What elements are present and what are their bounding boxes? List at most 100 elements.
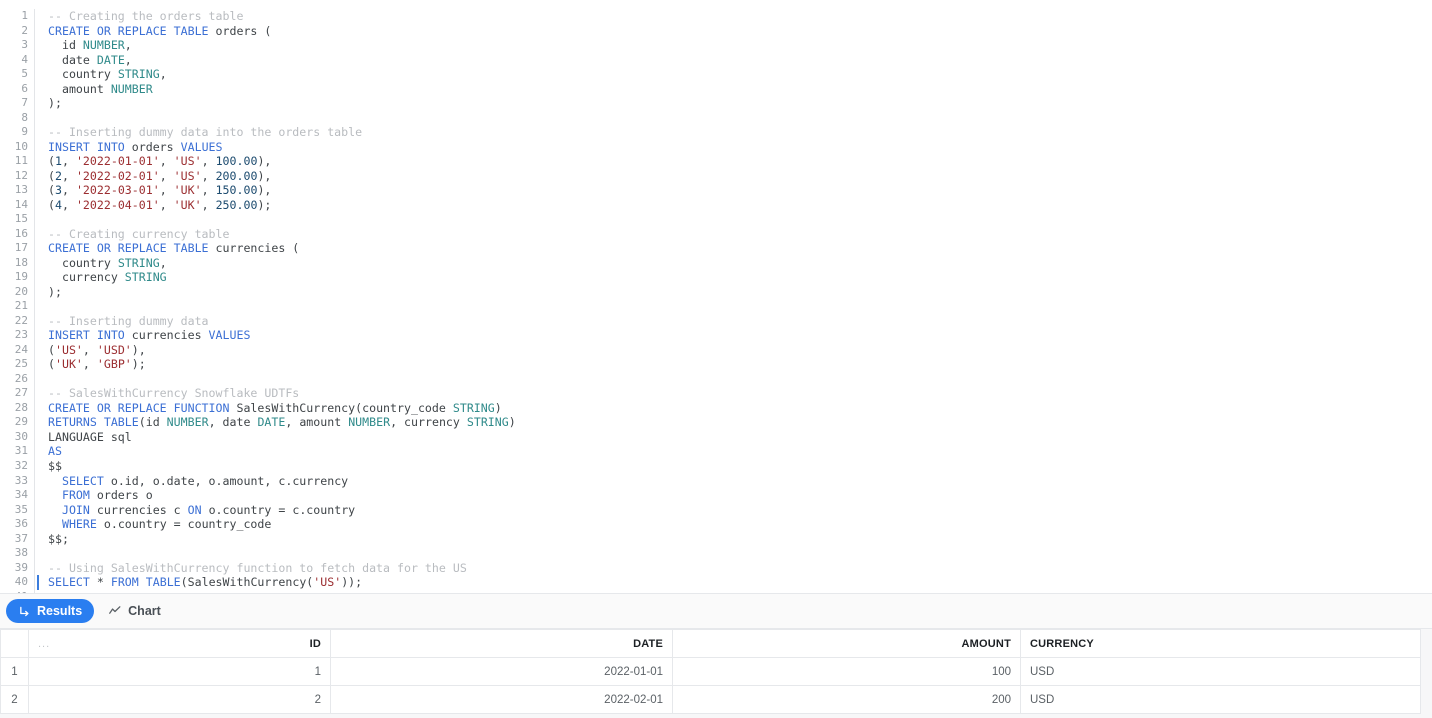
- code-line[interactable]: 2CREATE OR REPLACE TABLE orders (: [0, 24, 1432, 39]
- token-typ: STRING: [118, 67, 160, 81]
- results-grid[interactable]: ...ID DATE AMOUNT CURRENCY 112022-01-011…: [0, 629, 1421, 714]
- code-line[interactable]: 38: [0, 546, 1432, 561]
- code-line[interactable]: 15: [0, 212, 1432, 227]
- code-line[interactable]: 11(1, '2022-01-01', 'US', 100.00),: [0, 154, 1432, 169]
- line-number: 35: [0, 503, 34, 518]
- cell-currency[interactable]: USD: [1021, 686, 1421, 714]
- code-line[interactable]: 27-- SalesWithCurrency Snowflake UDTFs: [0, 386, 1432, 401]
- code-line-text: (1, '2022-01-01', 'US', 100.00),: [48, 154, 1432, 169]
- code-line-text: RETURNS TABLE(id NUMBER, date DATE, amou…: [48, 415, 1432, 430]
- code-line[interactable]: 34 FROM orders o: [0, 488, 1432, 503]
- line-number: 17: [0, 241, 34, 256]
- code-line[interactable]: 13(3, '2022-03-01', 'UK', 150.00),: [0, 183, 1432, 198]
- cell-currency[interactable]: USD: [1021, 658, 1421, 686]
- code-line[interactable]: 30LANGUAGE sql: [0, 430, 1432, 445]
- gutter-separator: [34, 198, 48, 213]
- line-number: 2: [0, 24, 34, 39]
- cell-date[interactable]: 2022-01-01: [331, 658, 673, 686]
- token-pl: );: [132, 357, 146, 371]
- code-line[interactable]: 32$$: [0, 459, 1432, 474]
- code-line-text: -- Inserting dummy data: [48, 314, 1432, 329]
- column-header-currency[interactable]: CURRENCY: [1021, 630, 1421, 658]
- gutter-separator: [34, 357, 48, 372]
- line-number: 13: [0, 183, 34, 198]
- code-line[interactable]: 1-- Creating the orders table: [0, 9, 1432, 24]
- tab-chart[interactable]: Chart: [100, 599, 169, 623]
- line-number: 36: [0, 517, 34, 532]
- token-pl: currency: [48, 270, 125, 284]
- code-line[interactable]: 17CREATE OR REPLACE TABLE currencies (: [0, 241, 1432, 256]
- code-line[interactable]: 5 country STRING,: [0, 67, 1432, 82]
- token-pl: ,: [160, 154, 174, 168]
- token-pl: ,: [62, 154, 76, 168]
- code-line[interactable]: 18 country STRING,: [0, 256, 1432, 271]
- code-line[interactable]: 10INSERT INTO orders VALUES: [0, 140, 1432, 155]
- code-line[interactable]: 40SELECT * FROM TABLE(SalesWithCurrency(…: [0, 575, 1432, 590]
- token-str: 'US': [55, 343, 83, 357]
- gutter-separator: [34, 154, 48, 169]
- code-line[interactable]: 19 currency STRING: [0, 270, 1432, 285]
- cursor-caret: [37, 575, 39, 590]
- gutter-separator: [34, 532, 48, 547]
- cell-id[interactable]: 1: [29, 658, 331, 686]
- cell-amount[interactable]: 100: [673, 658, 1021, 686]
- cell-id[interactable]: 2: [29, 686, 331, 714]
- code-line[interactable]: 20);: [0, 285, 1432, 300]
- token-pl: $$;: [48, 532, 69, 546]
- code-line[interactable]: 39-- Using SalesWithCurrency function to…: [0, 561, 1432, 576]
- cell-amount[interactable]: 200: [673, 686, 1021, 714]
- gutter-separator: [34, 24, 48, 39]
- token-pl: ,: [125, 53, 132, 67]
- code-line[interactable]: 14(4, '2022-04-01', 'UK', 250.00);: [0, 198, 1432, 213]
- code-line[interactable]: 37$$;: [0, 532, 1432, 547]
- token-pl: $$: [48, 459, 62, 473]
- code-line[interactable]: 4 date DATE,: [0, 53, 1432, 68]
- code-line[interactable]: 23INSERT INTO currencies VALUES: [0, 328, 1432, 343]
- code-line[interactable]: 12(2, '2022-02-01', 'US', 200.00),: [0, 169, 1432, 184]
- code-line[interactable]: 24('US', 'USD'),: [0, 343, 1432, 358]
- code-line[interactable]: 33 SELECT o.id, o.date, o.amount, c.curr…: [0, 474, 1432, 489]
- column-header-amount[interactable]: AMOUNT: [673, 630, 1021, 658]
- token-str: 'US': [174, 169, 202, 183]
- token-pl: (: [48, 169, 55, 183]
- results-panel[interactable]: ...ID DATE AMOUNT CURRENCY 112022-01-011…: [0, 629, 1432, 718]
- code-lines-container[interactable]: 1-- Creating the orders table2CREATE OR …: [0, 0, 1432, 593]
- token-pl: SalesWithCurrency(country_code: [229, 401, 452, 415]
- table-row[interactable]: 222022-02-01200USD: [1, 686, 1421, 714]
- gutter-separator: [34, 125, 48, 140]
- code-line[interactable]: 31AS: [0, 444, 1432, 459]
- token-cmt: -- Creating currency table: [48, 227, 229, 241]
- code-line[interactable]: 21: [0, 299, 1432, 314]
- token-kw: INSERT INTO: [48, 140, 125, 154]
- code-line[interactable]: 9-- Inserting dummy data into the orders…: [0, 125, 1432, 140]
- token-num: 200.00: [216, 169, 258, 183]
- column-header-date[interactable]: DATE: [331, 630, 673, 658]
- code-line-text: (4, '2022-04-01', 'UK', 250.00);: [48, 198, 1432, 213]
- code-line[interactable]: 36 WHERE o.country = country_code: [0, 517, 1432, 532]
- gutter-separator: [34, 67, 48, 82]
- column-header-id[interactable]: ...ID: [29, 630, 331, 658]
- table-row[interactable]: 112022-01-01100USD: [1, 658, 1421, 686]
- code-line[interactable]: 26: [0, 372, 1432, 387]
- cell-date[interactable]: 2022-02-01: [331, 686, 673, 714]
- code-line[interactable]: 6 amount NUMBER: [0, 82, 1432, 97]
- code-line[interactable]: 29RETURNS TABLE(id NUMBER, date DATE, am…: [0, 415, 1432, 430]
- line-number: 1: [0, 9, 34, 24]
- code-line-text: CREATE OR REPLACE FUNCTION SalesWithCurr…: [48, 401, 1432, 416]
- tab-results[interactable]: Results: [6, 599, 94, 623]
- line-number: 33: [0, 474, 34, 489]
- code-line[interactable]: 8: [0, 111, 1432, 126]
- code-line[interactable]: 35 JOIN currencies c ON o.country = c.co…: [0, 503, 1432, 518]
- sql-code-editor[interactable]: 1-- Creating the orders table2CREATE OR …: [0, 0, 1432, 593]
- token-pl: o.id, o.date, o.amount, c.currency: [104, 474, 348, 488]
- line-number: 4: [0, 53, 34, 68]
- token-typ: NUMBER: [167, 415, 209, 429]
- gutter-separator: [34, 546, 48, 561]
- code-line[interactable]: 22-- Inserting dummy data: [0, 314, 1432, 329]
- code-line[interactable]: 25('UK', 'GBP');: [0, 357, 1432, 372]
- code-line[interactable]: 16-- Creating currency table: [0, 227, 1432, 242]
- code-line[interactable]: 7);: [0, 96, 1432, 111]
- code-line[interactable]: 3 id NUMBER,: [0, 38, 1432, 53]
- code-line[interactable]: 28CREATE OR REPLACE FUNCTION SalesWithCu…: [0, 401, 1432, 416]
- line-chart-icon: [108, 604, 122, 618]
